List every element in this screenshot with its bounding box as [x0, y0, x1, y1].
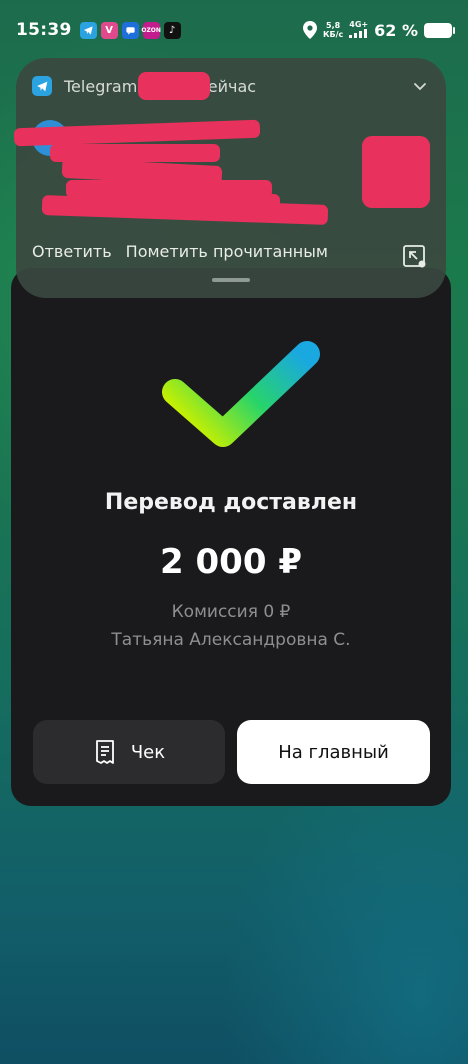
transfer-result-card: Перевод доставлен 2 000 ₽ Комиссия 0 ₽ Т…	[11, 268, 451, 806]
transfer-amount: 2 000 ₽	[160, 542, 302, 582]
redaction-mark	[138, 72, 210, 100]
status-time: 15:39	[16, 20, 72, 40]
signal-icon	[349, 29, 368, 38]
telegram-icon	[32, 76, 52, 96]
telegram-notification[interactable]: Telegram / к 👻 / Сейчас Ответить Пометит…	[13, 58, 446, 298]
transfer-status-title: Перевод доставлен	[104, 490, 358, 515]
battery-percent: 62 %	[374, 20, 418, 40]
notification-header: Telegram / к 👻 / Сейчас	[32, 74, 428, 98]
chat-icon	[121, 21, 139, 39]
ozon-icon: OZON	[141, 21, 161, 39]
network-speed: 5,8 КБ/с	[322, 21, 344, 39]
chevron-down-icon[interactable]	[412, 78, 428, 94]
picture-in-picture-icon[interactable]	[400, 242, 428, 270]
recipient-name: Татьяна Александровна С.	[111, 630, 351, 650]
notification-app-icons: V OZON ♪	[79, 21, 181, 39]
signal-indicator: 4G+	[349, 20, 368, 40]
notification-actions: Ответить Пометить прочитанным	[32, 242, 328, 261]
status-bar: 15:39 V OZON ♪ 5,8 КБ/с 4G+ 62 %	[0, 0, 468, 60]
location-icon	[302, 21, 317, 39]
home-button[interactable]: На главный	[237, 720, 430, 784]
receipt-icon	[95, 740, 114, 764]
success-check-icon	[162, 341, 320, 447]
tiktok-icon: ♪	[163, 21, 181, 39]
home-button-label: На главный	[278, 741, 389, 763]
receipt-button-label: Чек	[130, 741, 166, 763]
telegram-icon	[79, 21, 97, 39]
v-app-icon: V	[100, 21, 118, 39]
receipt-button[interactable]: Чек	[33, 720, 225, 784]
reply-button[interactable]: Ответить	[32, 242, 112, 261]
battery-icon	[424, 22, 455, 38]
mark-read-button[interactable]: Пометить прочитанным	[126, 242, 328, 261]
drag-handle[interactable]	[212, 278, 250, 282]
transfer-fee: Комиссия 0 ₽	[171, 602, 291, 622]
notification-app-name: Telegram	[64, 76, 138, 96]
